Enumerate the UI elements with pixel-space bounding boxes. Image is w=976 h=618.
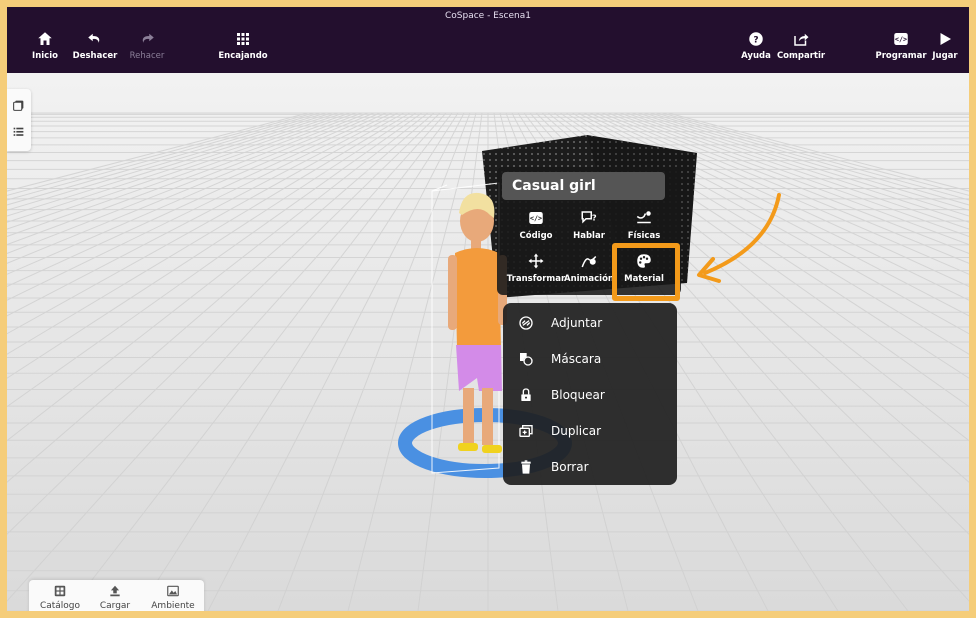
code-icon: </> [894,33,908,45]
code-label: Programar [875,51,927,61]
object-name[interactable]: Casual girl [502,172,665,200]
tool-speak-button[interactable]: ? Hablar [561,209,617,241]
play-label: Jugar [932,51,958,61]
help-label: Ayuda [741,51,771,61]
top-toolbar: CoSpace - Escena1 Inicio Deshacer Rehace… [7,7,969,73]
tool-speak-label: Hablar [573,231,605,241]
undo-button[interactable]: Deshacer [65,30,125,61]
catalog-button[interactable]: Catálogo [32,584,88,611]
move-arrows-icon [528,253,544,269]
upload-icon [110,585,120,597]
environment-icon [167,585,179,597]
duplicate-menu-item[interactable]: Duplicar [503,413,677,449]
svg-text:?: ? [753,35,758,45]
material-highlight-box [612,243,680,301]
tool-animation-button[interactable]: Animación [561,252,617,284]
share-icon [794,33,809,46]
environment-label: Ambiente [151,601,195,611]
duplicate-label: Duplicar [551,424,602,438]
snap-button[interactable]: Encajando [213,30,273,61]
code-icon: </> [529,212,543,224]
tool-code-button[interactable]: </> Código [508,209,564,241]
play-button[interactable]: Jugar [920,30,969,61]
undo-label: Deshacer [72,51,118,61]
delete-menu-item[interactable]: Borrar [503,449,677,485]
lock-label: Bloquear [551,388,605,402]
speech-bubble-icon: ? [581,211,597,224]
animation-icon [581,256,597,268]
upload-label: Cargar [99,601,131,611]
mask-icon [520,353,533,366]
svg-text:</>: </> [530,215,542,223]
mask-label: Máscara [551,352,602,366]
tool-transform-button[interactable]: Transformar [506,252,566,284]
mask-menu-item[interactable]: Máscara [503,341,677,377]
tool-animation-label: Animación [564,274,614,284]
tool-code-label: Código [519,231,553,241]
redo-label: Rehacer [129,51,165,61]
catalog-icon [54,585,66,597]
redo-icon [142,33,154,43]
home-icon [38,32,52,45]
list-icon[interactable] [12,125,25,138]
snap-label: Encajando [218,51,268,61]
home-label: Inicio [32,51,58,61]
link-icon [519,316,533,330]
tool-physics-button[interactable]: Físicas [616,209,672,241]
object-context-menu: Adjuntar Máscara Bloquear Duplicar Borra… [503,303,677,485]
catalog-label: Catálogo [39,601,81,611]
help-icon: ? [749,32,763,46]
tool-transform-label: Transformar [506,274,566,284]
share-label: Compartir [776,51,826,61]
app-frame: CoSpace - Escena1 Inicio Deshacer Rehace… [7,7,969,611]
undo-icon [88,33,100,43]
gallery-icon[interactable] [12,99,25,112]
side-panel-tabs [7,89,31,151]
lock-icon [521,388,531,401]
environment-button[interactable]: Ambiente [145,584,201,611]
attach-menu-item[interactable]: Adjuntar [503,305,677,341]
redo-button[interactable]: Rehacer [117,30,177,61]
play-icon [940,33,951,45]
upload-button[interactable]: Cargar [87,584,143,611]
svg-text:?: ? [592,212,597,222]
svg-text:</>: </> [895,36,907,44]
app-title: CoSpace - Escena1 [445,11,531,21]
tool-physics-label: Físicas [627,231,661,241]
trash-icon [521,460,531,474]
delete-label: Borrar [551,460,589,474]
attach-label: Adjuntar [551,316,603,330]
grid-icon [237,33,249,45]
bottom-toolbar: Catálogo Cargar Ambiente [29,580,204,611]
annotation-arrow-icon [697,193,781,283]
physics-icon [636,211,651,224]
lock-menu-item[interactable]: Bloquear [503,377,677,413]
duplicate-icon [519,425,533,437]
share-button[interactable]: Compartir [771,30,831,61]
scene-viewport[interactable] [7,73,969,611]
